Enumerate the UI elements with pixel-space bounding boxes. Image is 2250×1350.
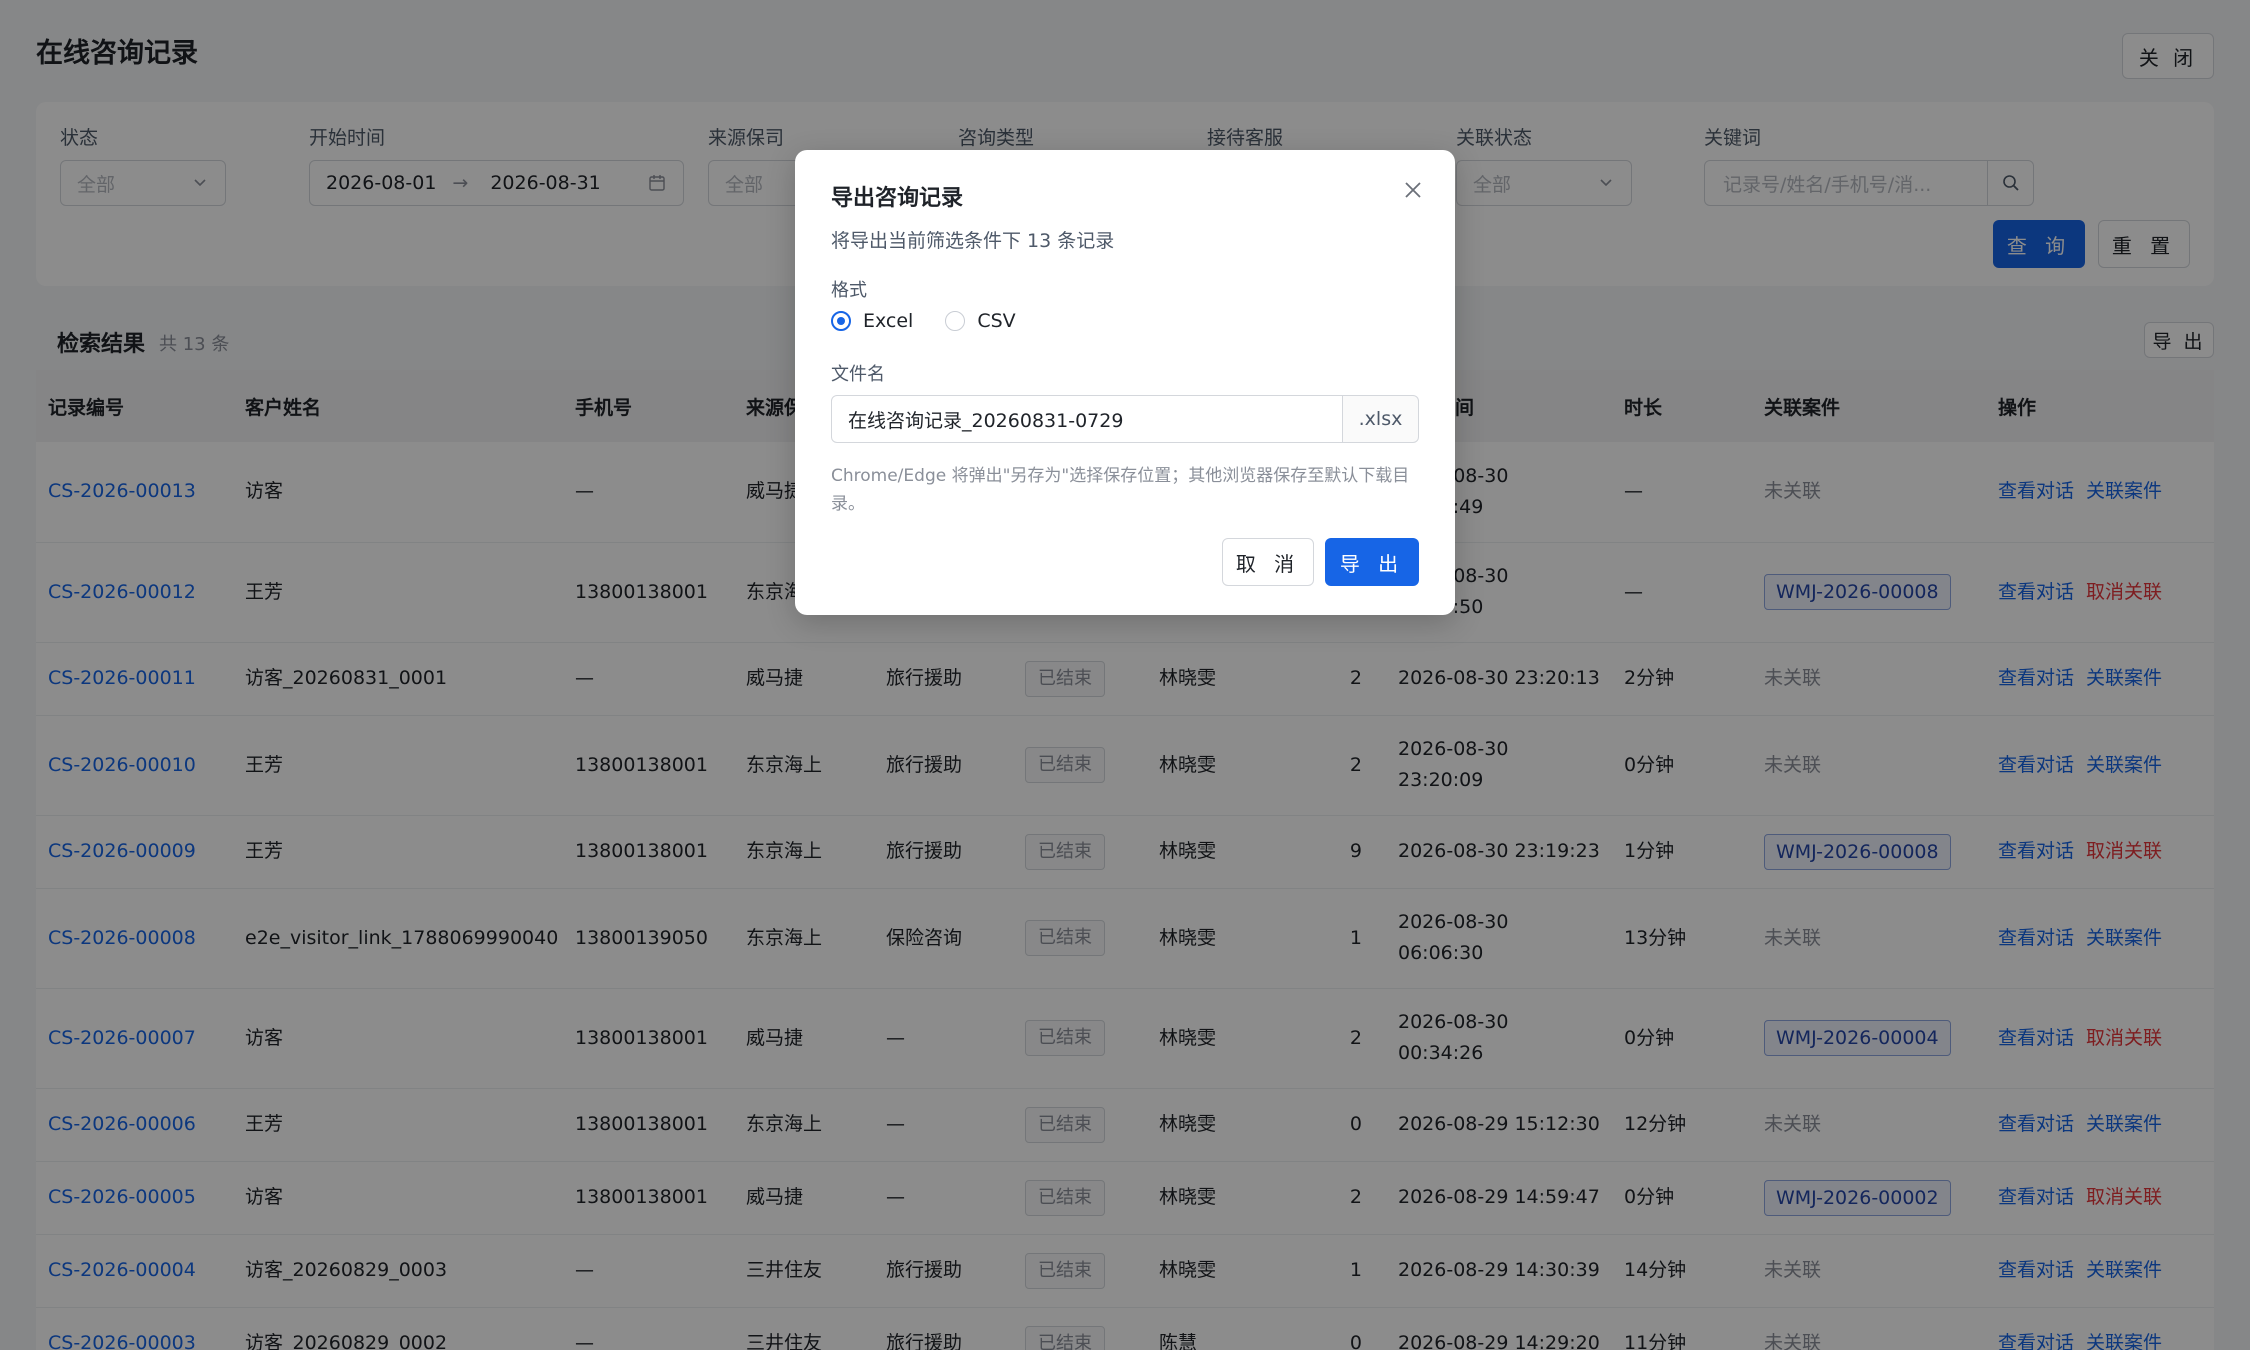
filename-extension: .xlsx — [1343, 395, 1419, 443]
radio-excel[interactable] — [831, 311, 851, 331]
radio-csv-label[interactable]: CSV — [977, 310, 1015, 332]
dialog-title: 导出咨询记录 — [831, 186, 964, 211]
radio-excel-label[interactable]: Excel — [863, 310, 913, 332]
radio-csv[interactable] — [945, 311, 966, 331]
filename-input[interactable]: 在线咨询记录_20260831-0729 — [831, 395, 1343, 443]
close-icon[interactable] — [1401, 178, 1425, 202]
dialog-hint: Chrome/Edge 将弹出"另存为"选择保存位置；其他浏览器保存至默认下载目… — [831, 466, 1410, 514]
format-label: 格式 — [831, 280, 867, 301]
filename-label: 文件名 — [831, 364, 885, 385]
confirm-export-button[interactable]: 导 出 — [1325, 538, 1419, 586]
export-dialog: 导出咨询记录 将导出当前筛选条件下 13 条记录 格式 Excel CSV 文件… — [795, 150, 1455, 615]
format-radio-group: Excel CSV — [831, 310, 1048, 332]
filename-field: 在线咨询记录_20260831-0729 .xlsx — [831, 395, 1419, 443]
cancel-button[interactable]: 取 消 — [1222, 538, 1314, 586]
dialog-description: 将导出当前筛选条件下 13 条记录 — [831, 230, 1115, 252]
